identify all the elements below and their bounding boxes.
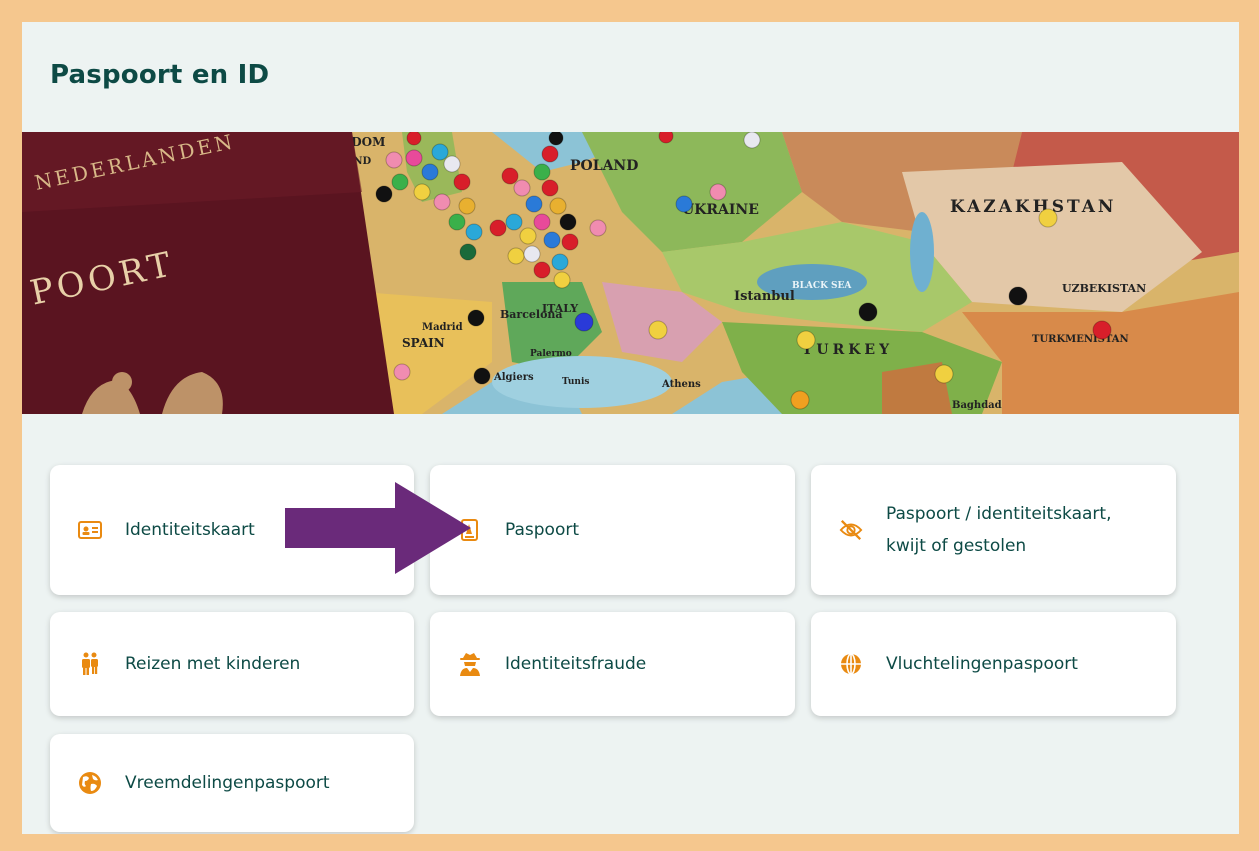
map-label: Barcelona (500, 308, 563, 321)
content-panel: Paspoort en ID KINGDOM (22, 22, 1239, 834)
map-label: KAZAKHSTAN (950, 197, 1116, 217)
tile-vreemdelingenpaspoort[interactable]: Vreemdelingenpaspoort (50, 734, 414, 832)
hero-image: KINGDOM IRELAND POLAND UKRAINE KAZAKHSTA… (22, 132, 1239, 414)
eye-slash-icon (839, 518, 863, 542)
id-card-icon (78, 518, 102, 542)
map-label: Madrid (422, 322, 463, 333)
earth-icon (78, 771, 102, 795)
passport-icon (458, 518, 482, 542)
map-label: Istanbul (734, 289, 795, 304)
map-label: UZBEKISTAN (1062, 282, 1146, 295)
map-label: Baghdad (952, 400, 1002, 411)
map-label: SPAIN (402, 336, 445, 350)
map-label: Tunis (562, 377, 589, 387)
tile-paspoort[interactable]: Paspoort (430, 465, 795, 595)
tile-kwijt-of-gestolen[interactable]: Paspoort / identiteitskaart, kwijt of ge… (811, 465, 1176, 595)
tile-label: Paspoort (505, 520, 580, 540)
map-label: BLACK SEA (792, 281, 852, 291)
tile-label-line-2: kwijt of gestolen (886, 536, 1027, 556)
map-label: TURKMENISTAN (1032, 334, 1129, 345)
tile-label: Identiteitskaart (125, 520, 255, 540)
map-label: POLAND (570, 158, 638, 174)
user-secret-icon (458, 652, 482, 676)
tile-reizen-met-kinderen[interactable]: Reizen met kinderen (50, 612, 414, 716)
tile-identiteitskaart[interactable]: Identiteitskaart (50, 465, 414, 595)
tile-vluchtelingenpaspoort[interactable]: Vluchtelingenpaspoort (811, 612, 1176, 716)
map-label: Palermo (530, 349, 572, 359)
globe-icon (839, 652, 863, 676)
tile-label: Vluchtelingenpaspoort (886, 654, 1078, 674)
map-label: Algiers (493, 372, 534, 383)
tile-identiteitsfraude[interactable]: Identiteitsfraude (430, 612, 795, 716)
tile-label: Reizen met kinderen (125, 654, 301, 674)
map-label: TURKEY (802, 342, 893, 358)
tile-label-line-1: Paspoort / identiteitskaart, (886, 504, 1112, 524)
tile-label: Vreemdelingenpaspoort (125, 773, 330, 793)
map-label: UKRAINE (682, 202, 759, 218)
map-label: Athens (661, 379, 701, 390)
tile-label: Identiteitsfraude (505, 654, 647, 674)
page-title: Paspoort en ID (50, 60, 270, 90)
child-icon (78, 652, 102, 676)
